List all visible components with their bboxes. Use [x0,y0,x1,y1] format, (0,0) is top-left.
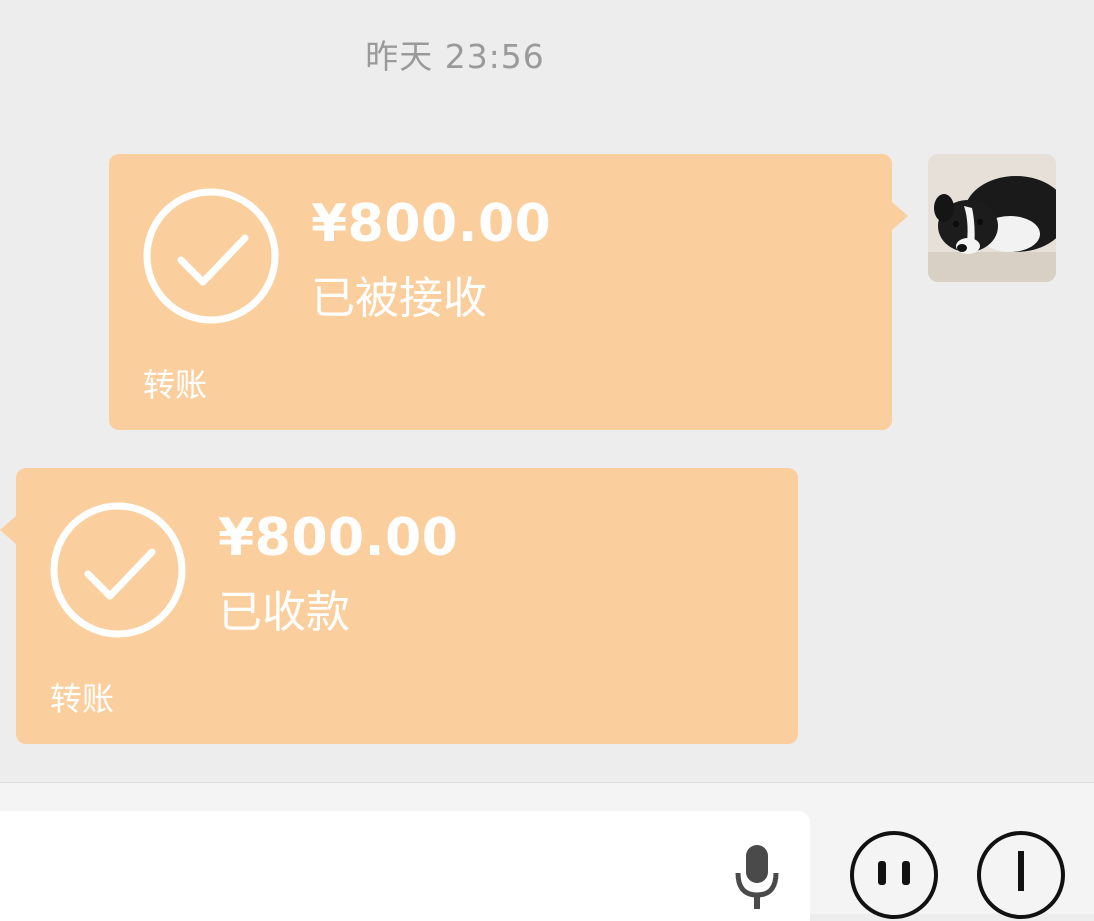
input-bar [0,783,1094,921]
plus-icon [1018,851,1024,891]
check-circle-icon [50,502,186,638]
transfer-message-sent[interactable]: ¥800.00 已被接收 转账 [109,154,908,430]
microphone-icon[interactable] [732,843,782,913]
bubble-tail [892,202,908,230]
dog-avatar-icon [928,154,1056,282]
emoji-button[interactable] [850,831,938,919]
check-circle-icon [143,188,279,324]
emoji-icon [878,861,910,885]
transfer-amount: ¥800.00 [311,194,552,254]
transfer-label: 转账 [143,366,208,404]
avatar[interactable] [928,154,1056,282]
message-input[interactable] [0,811,810,921]
transfer-status: 已被接收 [311,273,487,324]
chat-timestamp: 昨天 23:56 [365,37,545,76]
transfer-message-received[interactable]: ¥800.00 已收款 转账 [0,468,798,744]
transfer-amount: ¥800.00 [218,508,459,568]
transfer-status: 已收款 [218,587,350,638]
transfer-label: 转账 [50,680,115,718]
more-button[interactable] [977,831,1065,919]
bubble-tail [0,516,16,544]
